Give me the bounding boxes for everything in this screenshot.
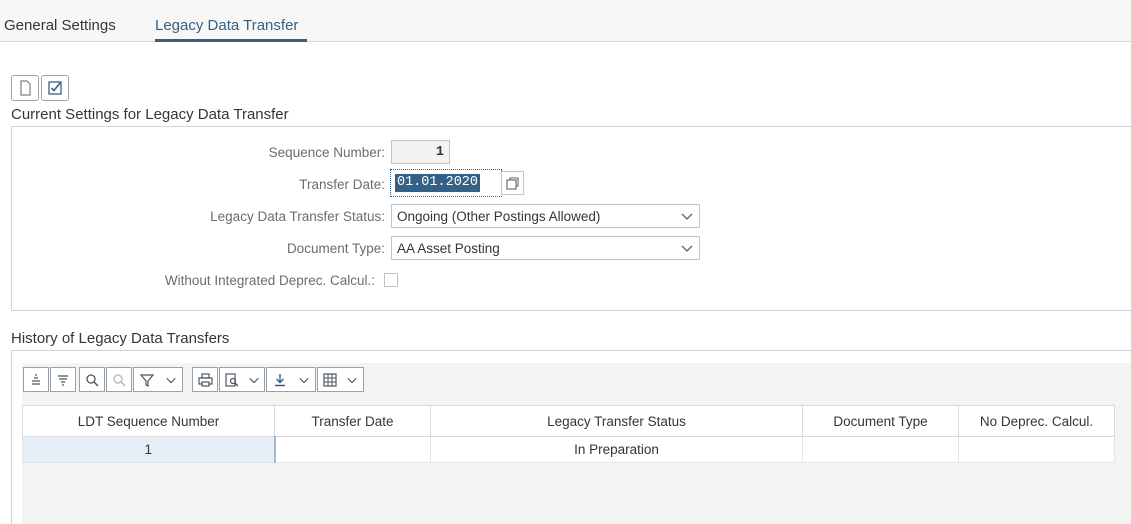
sequence-number-value: 1 [435, 144, 444, 160]
document-type-label: Document Type: [286, 241, 385, 256]
active-tab-indicator [155, 39, 307, 42]
tab-bar: General Settings Legacy Data Transfer [0, 0, 1131, 42]
ldt-status-value: Ongoing (Other Postings Allowed) [397, 208, 601, 224]
column-header-legacy-transfer-status[interactable]: Legacy Transfer Status [430, 405, 803, 437]
find-next-button[interactable] [106, 367, 132, 392]
ldt-status-select[interactable]: Ongoing (Other Postings Allowed) [391, 204, 700, 228]
ldt-status-label: Legacy Data Transfer Status: [210, 209, 385, 224]
export-icon [274, 373, 285, 386]
export-button[interactable] [266, 367, 316, 392]
layout-icon [323, 372, 337, 387]
document-type-select[interactable]: AA Asset Posting [391, 236, 700, 260]
align-top-icon [32, 373, 40, 385]
transfer-date-value: 01.01.2020 [395, 174, 481, 192]
print-icon [197, 372, 213, 387]
find-icon [86, 373, 99, 387]
current-settings-title: Current Settings for Legacy Data Transfe… [11, 106, 289, 123]
cell-ldt-sequence-number[interactable]: 1 [22, 436, 276, 463]
check-icon [48, 81, 62, 95]
column-header-document-type[interactable]: Document Type [802, 405, 959, 437]
table-header-row: LDT Sequence Number Transfer Date Legacy… [22, 405, 1115, 437]
document-type-value: AA Asset Posting [397, 240, 500, 256]
calendar-button[interactable] [501, 171, 524, 195]
tab-legacy-data-transfer[interactable]: Legacy Data Transfer [155, 17, 298, 34]
cell-no-deprec-calcul[interactable] [958, 436, 1115, 463]
tab-general-settings[interactable]: General Settings [4, 17, 116, 34]
without-integrated-checkbox[interactable] [384, 273, 398, 287]
find-next-icon [113, 373, 126, 387]
history-title: History of Legacy Data Transfers [11, 330, 230, 347]
without-integrated-label: Without Integrated Deprec. Calcul.: [164, 273, 375, 288]
transfer-date-input[interactable]: 01.01.2020 [390, 169, 502, 197]
layout-button[interactable] [317, 367, 364, 392]
sort-descending-button[interactable] [50, 367, 76, 392]
chevron-down-icon [298, 377, 309, 383]
chevron-down-icon [347, 377, 357, 383]
filter-icon [139, 373, 154, 387]
transfer-date-label: Transfer Date: [299, 177, 385, 192]
sort-ascending-button[interactable] [23, 367, 49, 392]
cell-legacy-transfer-status[interactable]: In Preparation [430, 436, 803, 463]
filter-button[interactable] [133, 367, 183, 392]
print-button[interactable] [192, 367, 218, 392]
print-preview-button[interactable] [219, 367, 265, 392]
history-table: LDT Sequence Number Transfer Date Legacy… [22, 405, 1115, 463]
document-icon [20, 80, 31, 96]
cell-transfer-date[interactable] [274, 436, 431, 463]
table-row[interactable]: 1 In Preparation [22, 436, 1115, 463]
sequence-number-label: Sequence Number: [268, 145, 385, 160]
document-button[interactable] [11, 75, 39, 101]
chevron-down-icon [681, 213, 693, 220]
column-header-transfer-date[interactable]: Transfer Date [274, 405, 431, 437]
align-bottom-icon [58, 374, 68, 386]
cell-document-type[interactable] [802, 436, 959, 463]
column-header-no-deprec-calcul[interactable]: No Deprec. Calcul. [958, 405, 1115, 437]
print-preview-icon [224, 372, 238, 387]
sequence-number-field: 1 [391, 140, 450, 164]
find-button[interactable] [79, 367, 105, 392]
column-header-ldt-sequence-number[interactable]: LDT Sequence Number [22, 405, 275, 437]
calendar-icon [506, 176, 519, 190]
chevron-down-icon [681, 245, 693, 252]
check-button[interactable] [41, 75, 69, 101]
chevron-down-icon [165, 377, 176, 383]
chevron-down-icon [248, 377, 259, 383]
